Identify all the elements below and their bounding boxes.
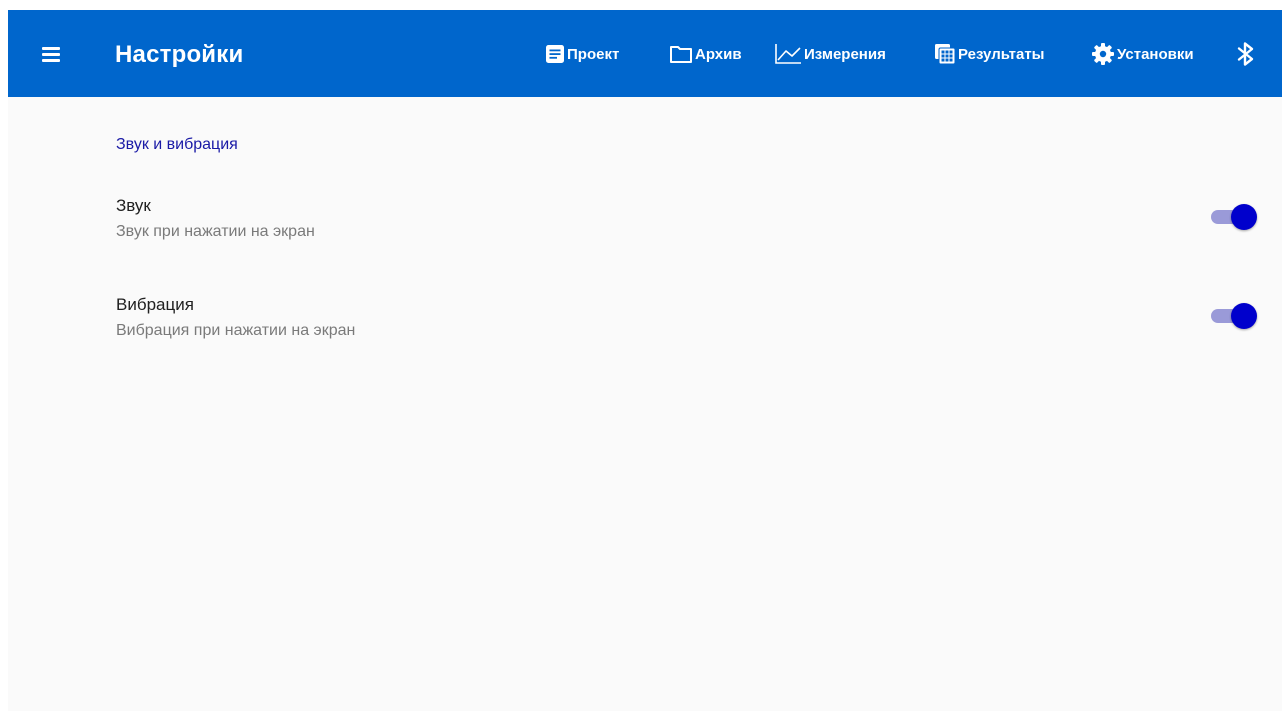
switch-thumb <box>1231 204 1257 230</box>
line-chart-icon <box>775 44 801 64</box>
window-frame: Настройки Проект Архив Измерения Результ… <box>0 0 1282 711</box>
switch-thumb <box>1231 303 1257 329</box>
setting-subtitle: Вибрация при нажатии на экран <box>116 322 356 339</box>
calculator-icon <box>935 44 956 65</box>
document-icon <box>546 45 564 63</box>
nav-item-archive[interactable]: Архив <box>669 42 742 66</box>
sound-toggle-switch[interactable] <box>1209 203 1259 231</box>
nav-item-label: Архив <box>695 45 742 63</box>
nav-item-measurements[interactable]: Измерения <box>774 42 886 66</box>
setting-subtitle: Звук при нажатии на экран <box>116 223 315 240</box>
bluetooth-icon[interactable] <box>1234 41 1258 67</box>
app-screen: Настройки Проект Архив Измерения Результ… <box>8 10 1282 711</box>
nav-item-project[interactable]: Проект <box>545 42 619 66</box>
setting-title: Вибрация <box>116 295 194 314</box>
folder-icon <box>670 46 692 63</box>
vibration-toggle-switch[interactable] <box>1209 302 1259 330</box>
nav-item-results[interactable]: Результаты <box>934 42 1044 66</box>
hamburger-menu-icon[interactable] <box>38 40 68 68</box>
nav-item-settings[interactable]: Установки <box>1091 42 1194 66</box>
nav-item-label: Проект <box>567 45 620 63</box>
setting-row-sound[interactable]: Звук Звук при нажатии на экран <box>8 196 1282 260</box>
setting-title: Звук <box>116 196 151 215</box>
nav-item-label: Установки <box>1117 45 1194 63</box>
page-title: Настройки <box>115 41 244 68</box>
nav-item-label: Измерения <box>804 45 886 63</box>
section-header-sound-vibration: Звук и вибрация <box>116 136 238 153</box>
gear-icon <box>1092 43 1114 65</box>
nav-item-label: Результаты <box>958 45 1045 63</box>
setting-row-vibration[interactable]: Вибрация Вибрация при нажатии на экран <box>8 295 1282 359</box>
app-bar: Настройки Проект Архив Измерения Результ… <box>8 10 1282 97</box>
